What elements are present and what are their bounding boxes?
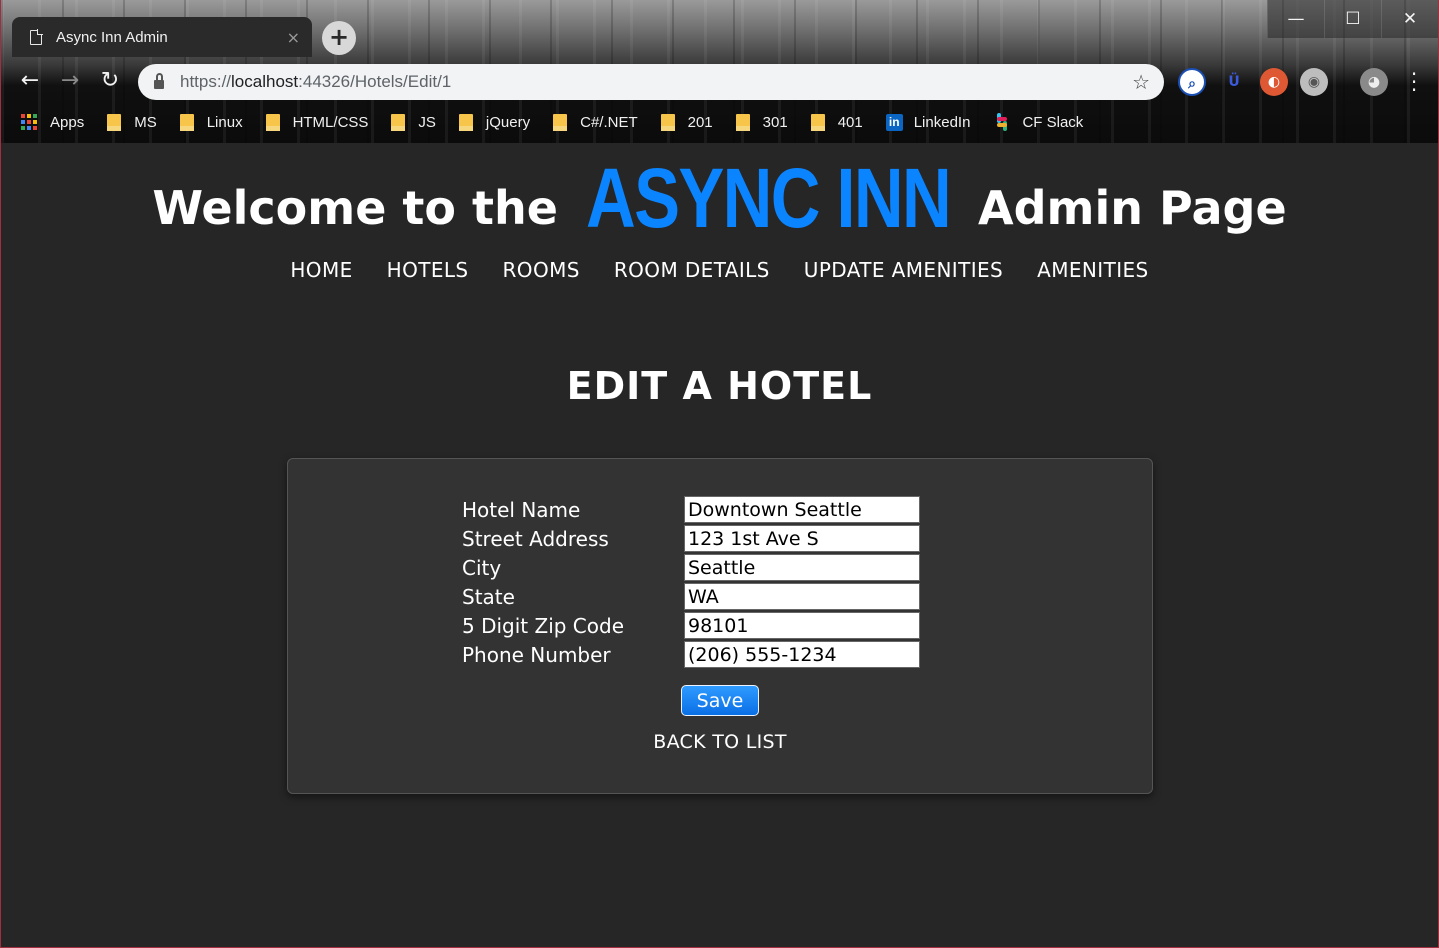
brand-logo-text: ASYNC INN [585, 151, 952, 245]
tab-title: Async Inn Admin [56, 28, 168, 46]
incognito-extension-icon[interactable]: ◉ [1300, 68, 1328, 96]
back-arrow-icon[interactable]: ← [17, 68, 43, 94]
folder-icon [458, 113, 473, 131]
forward-arrow-icon[interactable]: → [57, 68, 83, 94]
zip-code-label: 5 Digit Zip Code [462, 613, 625, 638]
phone-number-label: Phone Number [462, 642, 611, 667]
city-label: City [462, 555, 502, 580]
minimize-button[interactable]: — [1267, 0, 1324, 38]
bookmark-301[interactable]: 301 [735, 113, 788, 131]
hotel-name-label: Hotel Name [462, 497, 581, 522]
nav-room-details[interactable]: ROOM DETAILS [614, 258, 770, 282]
phone-number-input[interactable] [684, 641, 920, 668]
bookmark-jquery[interactable]: jQuery [458, 113, 531, 131]
bookmark-label: 201 [687, 113, 713, 131]
bookmark-ms[interactable]: MS [107, 113, 157, 131]
nav-home[interactable]: HOME [290, 258, 352, 282]
street-address-input[interactable] [684, 525, 920, 552]
bookmark-csharp-dotnet[interactable]: C#/.NET [553, 113, 638, 131]
tampermonkey-extension-icon[interactable]: Ü [1220, 68, 1248, 96]
bookmark-star-icon[interactable]: ☆ [1132, 70, 1150, 94]
linkedin-icon: in [885, 113, 903, 131]
save-button[interactable]: Save [681, 685, 759, 716]
new-tab-button[interactable]: + [322, 21, 356, 55]
form-row-street-address: Street Address [462, 524, 920, 553]
bookmark-label: LinkedIn [913, 113, 971, 131]
folder-icon [810, 113, 825, 131]
bookmark-401[interactable]: 401 [810, 113, 863, 131]
welcome-suffix: Admin Page [978, 181, 1287, 235]
bookmark-label: 401 [837, 113, 863, 131]
bookmark-label: C#/.NET [580, 113, 638, 131]
address-bar[interactable]: https://localhost:44326/Hotels/Edit/1 ☆ [138, 64, 1164, 100]
apps-icon [21, 113, 38, 131]
bookmark-linkedin[interactable]: in LinkedIn [885, 113, 971, 131]
browser-menu-icon[interactable]: · · · [1410, 64, 1418, 100]
state-label: State [462, 584, 515, 609]
url-text[interactable]: https://localhost:44326/Hotels/Edit/1 [180, 72, 1132, 92]
profile-avatar[interactable]: ◕ [1360, 68, 1388, 96]
zip-code-input[interactable] [684, 612, 920, 639]
close-tab-icon[interactable]: × [287, 28, 300, 47]
browser-chrome: Async Inn Admin × + — ☐ ✕ ← → ↻ https://… [0, 0, 1439, 143]
page-icon [30, 29, 43, 45]
reload-icon[interactable]: ↻ [97, 68, 123, 94]
duckduckgo-extension-icon[interactable]: ◐ [1260, 68, 1288, 96]
edit-hotel-form: Hotel Name Street Address City State 5 D… [287, 458, 1153, 794]
state-input[interactable] [684, 583, 920, 610]
folder-icon [265, 113, 280, 131]
bookmark-label: HTML/CSS [292, 113, 369, 131]
nav-update-amenities[interactable]: UPDATE AMENITIES [804, 258, 1003, 282]
page-title: EDIT A HOTEL [566, 364, 873, 408]
bookmark-js[interactable]: JS [391, 113, 436, 131]
back-to-list-link[interactable]: BACK TO LIST [288, 731, 1152, 753]
url-scheme: https:// [180, 72, 232, 91]
form-row-phone-number: Phone Number [462, 640, 920, 669]
browser-toolbar: ← → ↻ https://localhost:44326/Hotels/Edi… [1, 60, 1439, 104]
bookmark-label: CF Slack [1022, 113, 1084, 131]
street-address-label: Street Address [462, 526, 609, 551]
window-controls: — ☐ ✕ [1267, 0, 1438, 38]
bookmark-linux[interactable]: Linux [179, 113, 243, 131]
maximize-button[interactable]: ☐ [1324, 0, 1381, 38]
bookmark-label: Apps [50, 113, 85, 131]
site-header-title: Welcome to the ASYNC INN Admin Page [0, 150, 1439, 247]
bookmarks-bar: Apps MS Linux HTML/CSS JS jQuery C#/.NET [1, 106, 1439, 138]
form-row-state: State [462, 582, 920, 611]
folder-icon [735, 113, 750, 131]
nav-amenities[interactable]: AMENITIES [1037, 258, 1148, 282]
hotel-name-input[interactable] [684, 496, 920, 523]
folder-icon [391, 113, 406, 131]
nav-rooms[interactable]: ROOMS [503, 258, 580, 282]
folder-icon [179, 113, 194, 131]
bookmark-apps[interactable]: Apps [21, 113, 85, 131]
bookmark-label: Linux [206, 113, 243, 131]
browser-tab[interactable]: Async Inn Admin × [12, 17, 312, 57]
lock-icon [154, 73, 164, 89]
folder-icon [553, 113, 568, 131]
nav-hotels[interactable]: HOTELS [387, 258, 469, 282]
url-host: localhost [231, 72, 299, 91]
bookmark-html-css[interactable]: HTML/CSS [265, 113, 369, 131]
folder-icon [107, 113, 122, 131]
city-input[interactable] [684, 554, 920, 581]
search-extension-icon[interactable]: ⌕ [1178, 68, 1206, 96]
main-nav: HOME HOTELS ROOMS ROOM DETAILS UPDATE AM… [0, 258, 1439, 282]
close-window-button[interactable]: ✕ [1381, 0, 1438, 38]
form-row-city: City [462, 553, 920, 582]
form-row-hotel-name: Hotel Name [462, 495, 920, 524]
bookmark-label: 301 [762, 113, 788, 131]
form-row-zip-code: 5 Digit Zip Code [462, 611, 920, 640]
bookmark-label: MS [134, 113, 157, 131]
bookmark-label: JS [418, 113, 436, 131]
welcome-prefix: Welcome to the [152, 181, 558, 235]
bookmark-cf-slack[interactable]: CF Slack [993, 113, 1083, 131]
bookmark-label: jQuery [485, 113, 531, 131]
slack-icon [993, 113, 1011, 131]
url-path: :44326/Hotels/Edit/1 [298, 72, 452, 91]
bookmark-201[interactable]: 201 [660, 113, 713, 131]
folder-icon [660, 113, 675, 131]
